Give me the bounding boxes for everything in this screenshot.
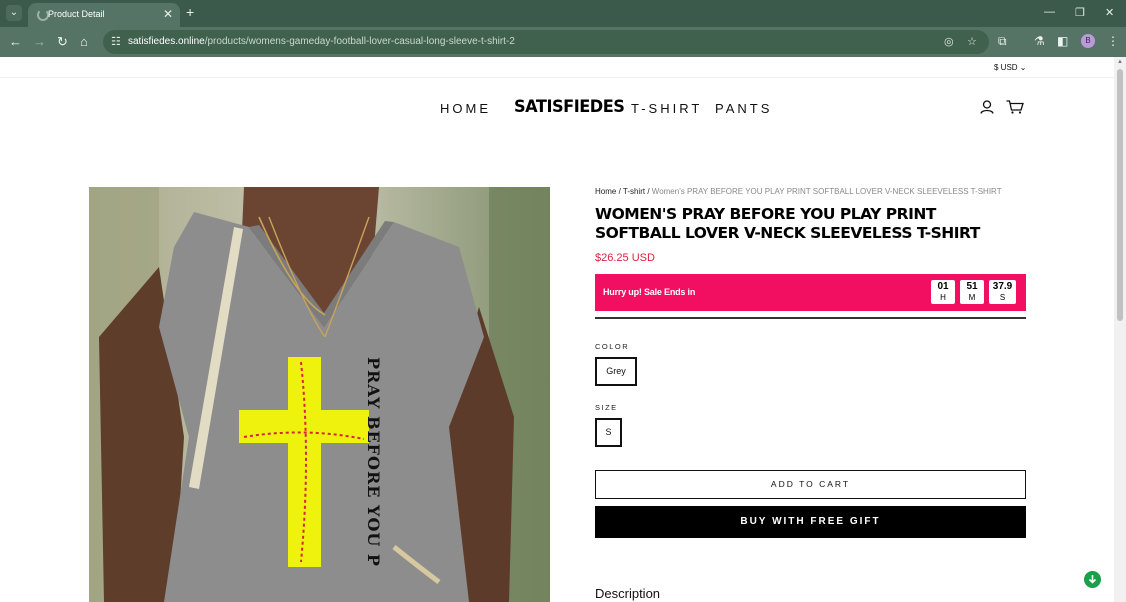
product-price: $26.25 USD: [595, 252, 655, 264]
window-close-icon[interactable]: ✕: [1105, 6, 1114, 19]
forward-icon[interactable]: →: [33, 34, 46, 49]
account-icon[interactable]: [980, 100, 994, 114]
countdown-minutes: 51 M: [960, 280, 984, 304]
countdown-seconds: 37.9 S: [989, 280, 1016, 304]
chevron-down-icon: ⌄: [1019, 63, 1027, 72]
color-option-grey[interactable]: Grey: [595, 357, 637, 386]
tab-search-chevron-icon[interactable]: ⌄: [6, 5, 22, 21]
tab-close-icon[interactable]: ✕: [163, 7, 173, 21]
nav-home[interactable]: HOME: [440, 101, 491, 116]
add-to-cart-button[interactable]: ADD TO CART: [595, 470, 1026, 499]
minimize-icon[interactable]: —: [1044, 6, 1055, 18]
page-scrollbar[interactable]: ▲: [1114, 57, 1126, 602]
product-title: WOMEN'S PRAY BEFORE YOU PLAY PRINT SOFTB…: [595, 205, 980, 242]
scroll-thumb[interactable]: [1117, 69, 1123, 321]
countdown-hours-value: 01: [937, 281, 949, 292]
color-label: COLOR: [595, 342, 630, 351]
countdown-seconds-unit: S: [999, 293, 1006, 302]
bookmark-star-icon[interactable]: ☆: [967, 35, 977, 48]
currency-label: $ USD: [994, 63, 1018, 72]
back-icon[interactable]: ←: [9, 34, 22, 49]
nav-tshirt[interactable]: T-SHIRT: [631, 101, 702, 116]
header-divider: [0, 77, 1114, 78]
countdown-minutes-unit: M: [968, 293, 976, 302]
shirt-print-text: PRAY BEFORE YOU PLAY: [325, 357, 385, 567]
sale-countdown-bar: Hurry up! Sale Ends in 01 H 51 M 37.9 S: [595, 274, 1026, 311]
home-icon[interactable]: ⌂: [80, 34, 88, 49]
site-logo[interactable]: SATISFIEDES: [514, 97, 625, 117]
url-host: satisfiedes.online: [128, 36, 205, 47]
tab-title: Product Detail: [48, 9, 105, 19]
price-divider: [595, 317, 1026, 319]
site-info-icon[interactable]: ☷: [111, 35, 121, 48]
countdown-hours: 01 H: [931, 280, 955, 304]
lab-flask-icon[interactable]: ⚗: [1034, 34, 1045, 48]
restore-icon[interactable]: ❐: [1075, 6, 1085, 19]
breadcrumb: Home / T-shirt / Women's PRAY BEFORE YOU…: [595, 187, 1002, 196]
countdown-seconds-value: 37.9: [992, 281, 1013, 292]
size-label: SIZE: [595, 403, 618, 412]
address-bar[interactable]: ☷ satisfiedes.online/products/womens-gam…: [103, 30, 989, 54]
breadcrumb-current: Women's PRAY BEFORE YOU PLAY PRINT SOFTB…: [651, 187, 1002, 196]
download-arrow-icon: [1088, 575, 1097, 584]
reload-icon[interactable]: ↻: [57, 34, 68, 50]
scroll-up-icon[interactable]: ▲: [1117, 59, 1123, 65]
new-tab-icon[interactable]: +: [186, 4, 194, 20]
web-page: $ USD ⌄ HOME SATISFIEDES T-SHIRT PANTS P…: [0, 57, 1114, 602]
breadcrumb-category[interactable]: T-shirt: [623, 187, 645, 196]
sale-text: Hurry up! Sale Ends in: [603, 287, 696, 297]
breadcrumb-home[interactable]: Home: [595, 187, 616, 196]
print-word-pray: PRAY: [364, 357, 383, 410]
product-image[interactable]: [89, 187, 550, 602]
print-word-before: BEFORE: [364, 415, 383, 499]
description-heading[interactable]: Description: [595, 586, 660, 601]
browser-toolbar: ← → ↻ ⌂ ☷ satisfiedes.online/products/wo…: [0, 27, 1126, 57]
currency-selector[interactable]: $ USD ⌄: [994, 63, 1027, 72]
extensions-icon[interactable]: ⧉: [998, 34, 1007, 49]
cart-icon[interactable]: [1006, 100, 1024, 114]
url-text: satisfiedes.online/products/womens-gamed…: [128, 36, 515, 47]
profile-avatar[interactable]: B: [1081, 34, 1095, 48]
side-panel-icon[interactable]: ◧: [1057, 34, 1068, 48]
size-option-s[interactable]: S: [595, 418, 622, 447]
menu-dots-icon[interactable]: ⋮: [1107, 34, 1119, 48]
eye-off-icon[interactable]: ◎: [944, 35, 954, 48]
browser-tab-bar: ⌄ Product Detail ✕ + — ❐ ✕: [0, 0, 1126, 27]
url-path: /products/womens-gameday-football-lover-…: [204, 36, 515, 47]
browser-tab[interactable]: Product Detail ✕: [28, 3, 180, 27]
countdown-minutes-value: 51: [966, 281, 978, 292]
download-float-icon[interactable]: [1084, 571, 1101, 588]
countdown-hours-unit: H: [940, 293, 946, 302]
buy-with-free-gift-button[interactable]: BUY WITH FREE GIFT: [595, 506, 1026, 538]
nav-pants[interactable]: PANTS: [715, 101, 772, 116]
print-word-you-play: YOU PLAY: [364, 505, 383, 567]
